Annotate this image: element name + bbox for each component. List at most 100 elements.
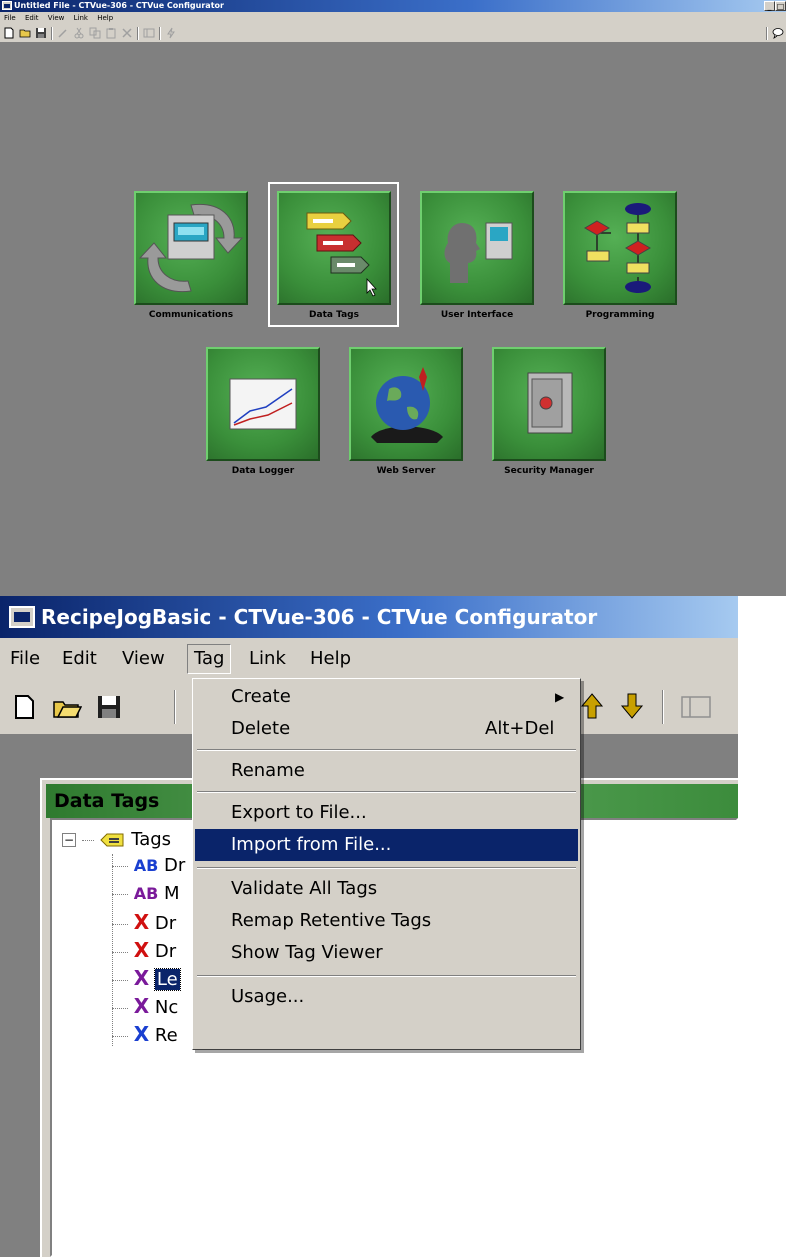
paste-icon[interactable] [105,27,117,39]
new-file-icon[interactable] [3,27,15,39]
collapse-toggle-icon[interactable]: − [62,833,76,847]
save-icon[interactable] [35,27,47,39]
menu-help[interactable]: Help [310,638,351,680]
tree-item-selected[interactable]: X Le [112,964,181,992]
menu-item-create[interactable]: Create ▶ [195,681,578,713]
globe-icon [371,367,443,443]
toolbar-separator [137,27,139,40]
menu-item-show-viewer[interactable]: Show Tag Viewer [195,937,578,969]
tree-item[interactable]: AB Dr [112,852,185,880]
menu-link[interactable]: Link [249,638,286,680]
tree-root[interactable]: − Tags [62,826,171,854]
security-manager-label[interactable]: Security Manager [469,466,629,476]
minimize-button[interactable]: _ [764,1,775,11]
web-server-label[interactable]: Web Server [326,466,486,476]
tree-item[interactable]: X Re [112,1020,178,1048]
menu-help[interactable]: Help [97,14,113,22]
menu-separator [197,749,576,751]
menu-file[interactable]: File [4,14,16,22]
bottom-menu-bar: File Edit View Tag Link Help [0,638,738,680]
toolbar-separator [766,27,768,40]
user-interface-label[interactable]: User Interface [397,310,557,320]
move-down-icon[interactable] [620,692,644,720]
numeric-tag-icon: X [133,966,150,990]
top-window-title: Untitled File - CTVue-306 - CTVue Config… [14,1,224,10]
tree-item-label: Nc [154,997,179,1018]
menu-view[interactable]: View [48,14,65,22]
menu-item-export[interactable]: Export to File... [195,797,578,829]
menu-separator [197,975,576,977]
delete-shortcut: Alt+Del [485,718,555,739]
maximize-button[interactable]: □ [775,1,786,11]
web-server-tile[interactable] [349,347,463,461]
menu-item-import[interactable]: Import from File... [195,829,578,861]
security-manager-tile[interactable] [492,347,606,461]
tree-item-label: Dr [154,941,177,962]
tree-item[interactable]: X Dr [112,908,176,936]
data-tags-tile[interactable] [277,191,391,305]
bottom-window-title: RecipeJogBasic - CTVue-306 - CTVue Confi… [41,605,598,629]
tree-item[interactable]: X Dr [112,936,176,964]
tag-folder-icon [100,833,124,847]
data-logger-tile[interactable] [206,347,320,461]
toolbar-separator [662,690,664,724]
menu-item-rename[interactable]: Rename [195,755,578,787]
menu-link[interactable]: Link [74,14,88,22]
menu-file[interactable]: File [10,638,40,680]
tree-item[interactable]: AB M [112,880,180,908]
tree-item-label: Le [153,968,181,991]
communications-icon [138,203,244,293]
programming-label[interactable]: Programming [540,310,700,320]
data-tags-icon [306,212,377,297]
new-file-icon[interactable] [14,694,36,720]
communications-tile[interactable] [134,191,248,305]
safe-icon [527,372,573,434]
cut-icon[interactable] [73,27,85,39]
menu-edit[interactable]: Edit [25,14,39,22]
user-interface-tile[interactable] [420,191,534,305]
open-folder-icon[interactable] [19,27,31,39]
lightning-icon[interactable] [165,27,177,39]
menu-view[interactable]: View [122,638,165,680]
numeric-tag-icon: X [133,1022,150,1046]
chat-bubble-icon[interactable] [772,27,784,39]
tree-item-label: Dr [154,913,177,934]
app-icon [2,1,12,10]
programming-icon [584,203,651,293]
top-title-bar: Untitled File - CTVue-306 - CTVue Config… [0,0,786,12]
menu-item-delete[interactable]: Delete Alt+Del [195,713,578,745]
tree-item-label: Re [154,1025,178,1046]
open-folder-icon[interactable] [52,694,82,720]
data-tags-label[interactable]: Data Tags [254,310,414,320]
tree-item-label: M [164,883,180,904]
menu-item-validate[interactable]: Validate All Tags [195,873,578,905]
toolbar-separator [159,27,161,40]
menu-edit[interactable]: Edit [62,638,97,680]
save-icon[interactable] [96,694,122,720]
bottom-title-bar: RecipeJogBasic - CTVue-306 - CTVue Confi… [0,596,738,638]
panel-icon[interactable] [680,694,712,720]
string-tag-icon: AB [133,884,159,903]
numeric-tag-icon: X [133,910,150,934]
data-logger-label[interactable]: Data Logger [183,466,343,476]
programming-tile[interactable] [563,191,677,305]
copy-icon[interactable] [89,27,101,39]
bottom-window: RecipeJogBasic - CTVue-306 - CTVue Confi… [0,596,786,1257]
top-menu-bar: File Edit View Link Help [0,12,786,24]
toolbar-separator [51,27,53,40]
menu-item-remap[interactable]: Remap Retentive Tags [195,905,578,937]
move-up-icon[interactable] [580,692,604,720]
tag-menu-dropdown: Create ▶ Delete Alt+Del Rename Export to… [192,678,581,1050]
top-toolbar [0,24,786,43]
tree-root-label: Tags [131,829,172,850]
panel-icon[interactable] [143,27,155,39]
communications-label[interactable]: Communications [111,310,271,320]
pencil-icon[interactable] [57,27,69,39]
delete-x-icon[interactable] [121,27,133,39]
tree-item[interactable]: X Nc [112,992,178,1020]
menu-item-usage[interactable]: Usage... [195,981,578,1013]
top-window: Untitled File - CTVue-306 - CTVue Config… [0,0,786,596]
user-interface-icon [444,222,513,283]
string-tag-icon: AB [133,856,159,875]
menu-tag[interactable]: Tag [187,644,232,674]
